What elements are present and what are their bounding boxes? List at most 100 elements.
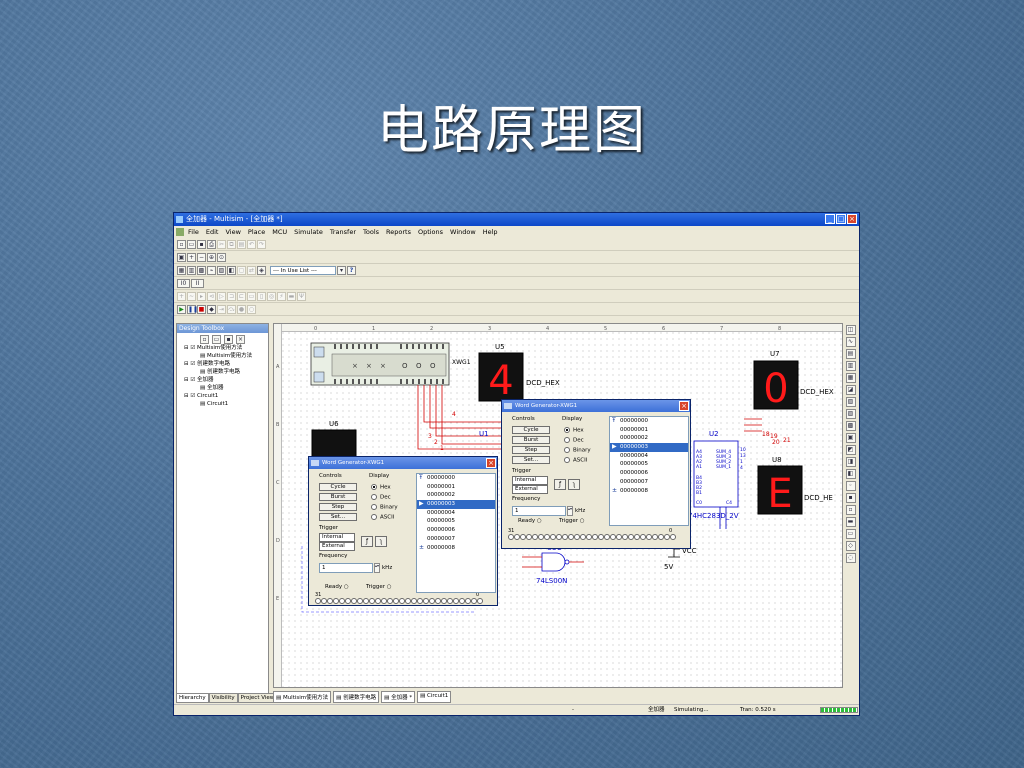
misc-icon[interactable]: ▬	[287, 291, 296, 301]
frequency-input[interactable]: 1	[319, 563, 373, 573]
tab-digital-circuit[interactable]: ▤ 创建数字电路	[333, 691, 380, 703]
close-button[interactable]: ×	[847, 214, 857, 224]
dialog-a-close-button[interactable]: ×	[486, 458, 496, 468]
display-binary-radio[interactable]: Binary	[371, 504, 398, 511]
pin-icon[interactable]: ◆	[207, 304, 216, 314]
list-item[interactable]: ±00000008	[417, 544, 495, 553]
new-icon[interactable]: ▫	[177, 239, 186, 249]
run-icon[interactable]: ▶	[177, 304, 186, 314]
four-channel-scope-icon[interactable]: ▦	[845, 373, 856, 383]
zoom-out-icon[interactable]: −	[197, 252, 206, 262]
list-item[interactable]: 00000002	[610, 434, 688, 443]
postprocessor-icon[interactable]: ⌁	[207, 265, 216, 275]
tab-circuit1[interactable]: ▤ Circuit1	[417, 691, 452, 703]
word-generator-dialog-b[interactable]: Word Generator-XWG1 × Controls Cycle Bur…	[501, 399, 691, 549]
frequency-spinner-icon[interactable]: ▴▾	[567, 506, 573, 516]
save-design-icon[interactable]: ▪	[224, 335, 233, 344]
list-item[interactable]: 00000005	[417, 517, 495, 526]
step-icon[interactable]: ⇥	[217, 304, 226, 314]
step-button[interactable]: Step	[319, 503, 357, 511]
display-dec-radio[interactable]: Dec	[371, 494, 391, 501]
erc-icon[interactable]: ◧	[227, 265, 236, 275]
dropdown-chevron-icon[interactable]: ▾	[337, 265, 346, 275]
rising-edge-button[interactable]: ƒ	[361, 536, 373, 547]
set-button[interactable]: Set...	[319, 513, 357, 521]
frequency-spinner-icon[interactable]: ▴▾	[374, 563, 380, 573]
dialog-b-close-button[interactable]: ×	[679, 401, 689, 411]
list-item[interactable]: 00000001	[610, 426, 688, 435]
trigger-internal-button[interactable]: Internal	[512, 476, 548, 485]
misc-digital-icon[interactable]: ▭	[247, 291, 256, 301]
maximize-button[interactable]: □	[836, 214, 846, 224]
indicator-icon[interactable]: ◎	[267, 291, 276, 301]
source-icon[interactable]: +	[177, 291, 186, 301]
iv-analyzer-icon[interactable]: ◩	[845, 445, 856, 455]
list-item[interactable]: Ŧ 00000000	[610, 417, 688, 426]
menu-view[interactable]: View	[225, 226, 240, 238]
schematic-workspace[interactable]: 0 1 2 3 4 5 6 7 8 A B C D E × × × O O O …	[273, 323, 843, 688]
set-button[interactable]: Set...	[512, 456, 550, 464]
tab-multisim-usage[interactable]: ▤ Multisim使用方法	[273, 691, 332, 703]
network-analyzer-icon[interactable]: ◦	[845, 481, 856, 491]
open-design-icon[interactable]: ▭	[212, 335, 221, 344]
menu-reports[interactable]: Reports	[386, 226, 411, 238]
ttl-icon[interactable]: ⊐	[227, 291, 236, 301]
window-titlebar[interactable]: 全加器 - Multisim - [全加器 *] _ □ ×	[174, 213, 859, 226]
output-pins[interactable]	[508, 534, 676, 541]
dialog-b-titlebar[interactable]: Word Generator-XWG1 ×	[502, 400, 690, 412]
agilent-scope-icon[interactable]: ▬	[845, 517, 856, 527]
undo-icon[interactable]: ↶	[247, 239, 256, 249]
oscilloscope-icon[interactable]: ▥	[845, 361, 856, 371]
list-item[interactable]: 00000007	[417, 535, 495, 544]
tree-leaf[interactable]: ▤ Circuit1	[180, 400, 268, 408]
paste-icon[interactable]: ▤	[237, 239, 246, 249]
transistor-icon[interactable]: ⊲	[207, 291, 216, 301]
xwg1-instrument[interactable]: × × × O O O	[310, 342, 450, 386]
grapher-icon[interactable]: ▨	[217, 265, 226, 275]
list-item[interactable]: 00000001	[417, 483, 495, 492]
trigger-internal-button[interactable]: Internal	[319, 533, 355, 542]
frequency-counter-icon[interactable]: ▧	[845, 397, 856, 407]
list-item[interactable]: 00000007	[610, 478, 688, 487]
tektronix-scope-icon[interactable]: ▭	[845, 529, 856, 539]
list-item[interactable]: 00000002	[417, 491, 495, 500]
logic-analyzer-icon[interactable]: ▩	[845, 421, 856, 431]
list-item[interactable]: 00000004	[610, 452, 688, 461]
menu-window[interactable]: Window	[450, 226, 476, 238]
word-list[interactable]: Ŧ 00000000 00000001 00000002 ▶ 00000003 00…	[609, 416, 689, 526]
hierarchy-icon[interactable]: ▦	[177, 265, 186, 275]
tree-leaf[interactable]: ▤ 全加器	[180, 384, 268, 392]
new-design-icon[interactable]: ▫	[200, 335, 209, 344]
function-generator-icon[interactable]: ∿	[845, 337, 856, 347]
power-switch-icon[interactable]: I0	[177, 278, 190, 288]
pause-switch-icon[interactable]: II	[191, 278, 204, 288]
multimeter-icon[interactable]: ◫	[845, 325, 856, 335]
zoom-in-icon[interactable]: +	[187, 252, 196, 262]
fullscreen-icon[interactable]: ▣	[177, 252, 186, 262]
cycle-button[interactable]: Cycle	[512, 426, 550, 434]
step-button[interactable]: Step	[512, 446, 550, 454]
basic-icon[interactable]: ~	[187, 291, 196, 301]
rising-edge-button[interactable]: ƒ	[554, 479, 566, 490]
menu-options[interactable]: Options	[418, 226, 443, 238]
mixed-icon[interactable]: ▯	[257, 291, 266, 301]
rf-icon[interactable]: Ψ	[297, 291, 306, 301]
display-hex-radio[interactable]: Hex	[371, 484, 391, 491]
cycle-button[interactable]: Cycle	[319, 483, 357, 491]
tree-node[interactable]: ⊟ ☑ 全加器	[180, 376, 268, 384]
dialog-a-titlebar[interactable]: Word Generator-XWG1 ×	[309, 457, 497, 469]
close-design-icon[interactable]: ×	[236, 335, 245, 344]
current-probe-icon[interactable]: ◌	[845, 553, 856, 563]
database-icon[interactable]: ▩	[197, 265, 206, 275]
capture-icon[interactable]: ▢	[237, 265, 246, 275]
tab-project-view[interactable]: Project View	[237, 693, 278, 703]
word-list[interactable]: Ŧ 00000000 00000001 00000002 ▶ 00000003 00…	[416, 473, 496, 593]
menu-mcu[interactable]: MCU	[272, 226, 287, 238]
distortion-analyzer-icon[interactable]: ◨	[845, 457, 856, 467]
falling-edge-button[interactable]: ʅ	[568, 479, 580, 490]
menu-simulate[interactable]: Simulate	[294, 226, 323, 238]
component-icon[interactable]: ◈	[257, 265, 266, 275]
list-item[interactable]: 00000006	[610, 469, 688, 478]
agilent-multimeter-icon[interactable]: ▫	[845, 505, 856, 515]
tab-full-adder[interactable]: ▤ 全加器 *	[381, 691, 416, 703]
